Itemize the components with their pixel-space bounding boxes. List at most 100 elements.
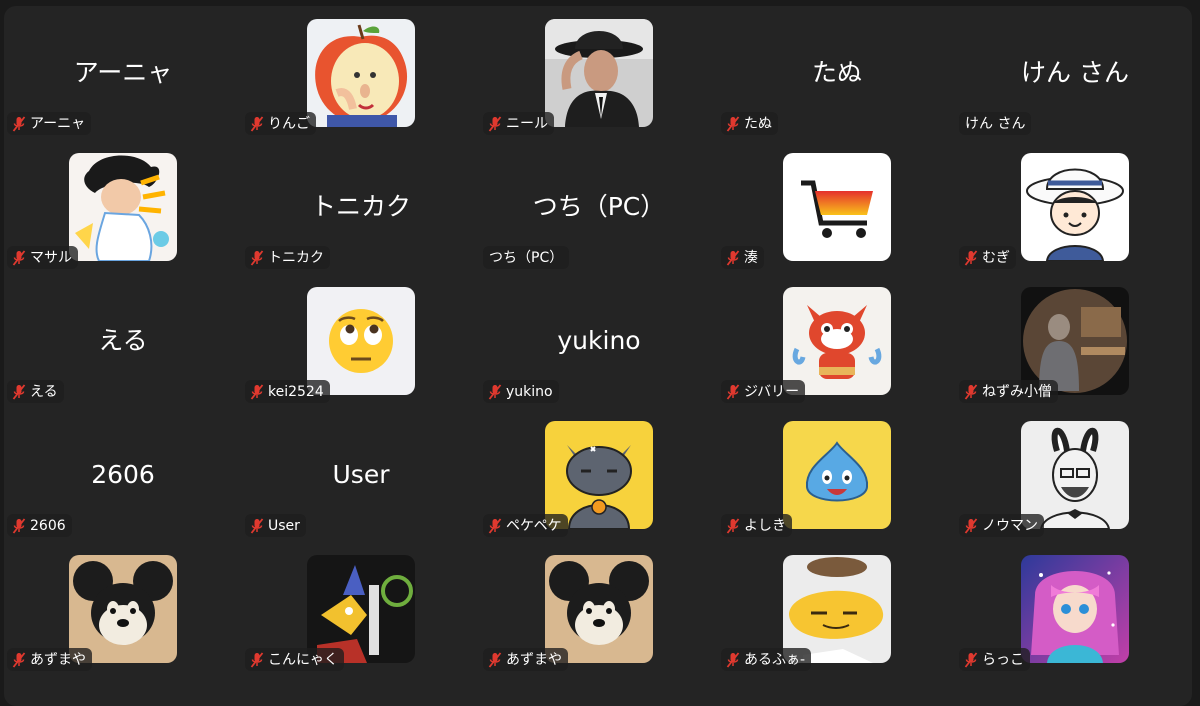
- participant-nameplate: える: [7, 380, 64, 403]
- participant-tile[interactable]: kei2524: [242, 274, 480, 408]
- mic-muted-icon: [964, 383, 978, 400]
- mic-muted-icon: [12, 249, 26, 266]
- participant-nameplate: ペケペケ: [483, 514, 568, 537]
- participant-tile[interactable]: よしき: [718, 408, 956, 542]
- mic-muted-icon: [726, 249, 740, 266]
- participant-name-label: こんにゃく: [268, 651, 338, 668]
- participant-tile[interactable]: yukino yukino: [480, 274, 718, 408]
- red-cat-yokai-avatar: [783, 287, 891, 395]
- participant-tile[interactable]: ジバリー: [718, 274, 956, 408]
- participant-nameplate: 湊: [721, 246, 764, 269]
- blue-slime-avatar: [783, 421, 891, 529]
- participant-tile[interactable]: マサル: [4, 140, 242, 274]
- participant-name-label: トニカク: [268, 249, 324, 266]
- participant-display-name: える: [98, 326, 148, 355]
- participant-nameplate: ニール: [483, 112, 554, 135]
- participant-display-name: たぬ: [811, 58, 862, 87]
- participant-tile[interactable]: けん さん けん さん: [956, 6, 1194, 140]
- participant-tile[interactable]: トニカク トニカク: [242, 140, 480, 274]
- mic-muted-icon: [250, 383, 264, 400]
- participant-nameplate: ジバリー: [721, 380, 806, 403]
- mic-muted-icon: [488, 651, 502, 668]
- participant-tile[interactable]: アーニャ アーニャ: [4, 6, 242, 140]
- gray-cat-avatar: [545, 421, 653, 529]
- boy-with-hat-avatar: [1021, 153, 1129, 261]
- participant-tile[interactable]: ペケペケ: [480, 408, 718, 542]
- participant-tile[interactable]: ねずみ小僧: [956, 274, 1194, 408]
- participant-name-label: マサル: [30, 249, 72, 266]
- participant-tile[interactable]: 湊: [718, 140, 956, 274]
- participant-nameplate: User: [245, 514, 306, 537]
- participant-nameplate: たぬ: [721, 112, 778, 135]
- mic-muted-icon: [12, 115, 26, 132]
- robot-bird-avatar: [307, 555, 415, 663]
- participant-tile[interactable]: ノウマン: [956, 408, 1194, 542]
- participant-name-label: える: [30, 383, 58, 400]
- participant-nameplate: あずまや: [483, 648, 568, 671]
- mic-muted-icon: [250, 249, 264, 266]
- participant-tile[interactable]: たぬ たぬ: [718, 6, 956, 140]
- participant-name-label: つち（PC）: [489, 249, 564, 266]
- participant-display-name: けん さん: [1021, 58, 1129, 87]
- participant-display-name: 2606: [91, 460, 155, 489]
- participant-name-label: りんご: [268, 115, 310, 132]
- participant-tile[interactable]: りんご: [242, 6, 480, 140]
- participant-name-label: 2606: [30, 517, 66, 534]
- mic-muted-icon: [488, 383, 502, 400]
- mouse-plush-avatar: [69, 555, 177, 663]
- anime-character-avatar: [69, 153, 177, 261]
- participant-nameplate: トニカク: [245, 246, 330, 269]
- mic-muted-icon: [12, 383, 26, 400]
- participant-name-label: あずまや: [30, 651, 86, 668]
- participant-name-label: よしき: [744, 517, 786, 534]
- participant-name-label: らっこ: [982, 651, 1024, 668]
- participant-tile[interactable]: あるふぁ-: [718, 542, 956, 676]
- participant-nameplate: ねずみ小僧: [959, 380, 1058, 403]
- participant-nameplate: よしき: [721, 514, 792, 537]
- participant-name-label: ペケペケ: [506, 517, 562, 534]
- person-in-kitchen-avatar: [1021, 287, 1129, 395]
- participant-tile[interactable]: あずまや: [480, 542, 718, 676]
- anime-girl-avatar: [1021, 555, 1129, 663]
- participant-tile[interactable]: える える: [4, 274, 242, 408]
- participant-display-name: つち（PC）: [532, 192, 666, 221]
- participant-nameplate: けん さん: [959, 112, 1032, 135]
- mic-muted-icon: [488, 115, 502, 132]
- participant-name-label: User: [268, 517, 300, 534]
- participant-nameplate: こんにゃく: [245, 648, 344, 671]
- mic-muted-icon: [964, 517, 978, 534]
- participant-tile[interactable]: ニール: [480, 6, 718, 140]
- participant-tile[interactable]: らっこ: [956, 542, 1194, 676]
- mic-muted-icon: [964, 249, 978, 266]
- participant-name-label: kei2524: [268, 383, 324, 400]
- mic-muted-icon: [964, 651, 978, 668]
- participant-tile[interactable]: 2606 2606: [4, 408, 242, 542]
- participant-nameplate: むぎ: [959, 246, 1016, 269]
- participant-display-name: User: [332, 460, 390, 489]
- participant-tile[interactable]: こんにゃく: [242, 542, 480, 676]
- participant-nameplate: りんご: [245, 112, 316, 135]
- participant-tile[interactable]: つち（PC） つち（PC）: [480, 140, 718, 274]
- participant-tile[interactable]: User User: [242, 408, 480, 542]
- mic-muted-icon: [726, 383, 740, 400]
- participant-nameplate: らっこ: [959, 648, 1030, 671]
- participant-tile[interactable]: むぎ: [956, 140, 1194, 274]
- participant-nameplate: つち（PC）: [483, 246, 570, 269]
- mic-muted-icon: [12, 651, 26, 668]
- participant-nameplate: 2606: [7, 514, 72, 537]
- participant-display-name: yukino: [557, 326, 641, 355]
- participant-nameplate: アーニャ: [7, 112, 92, 135]
- eye-roll-emoji-avatar: [307, 287, 415, 395]
- yellow-egg-plush-avatar: [783, 555, 891, 663]
- mic-muted-icon: [726, 517, 740, 534]
- participant-nameplate: あるふぁ-: [721, 648, 812, 671]
- apple-face-avatar: [307, 19, 415, 127]
- participant-name-label: yukino: [506, 383, 553, 400]
- mic-muted-icon: [726, 651, 740, 668]
- video-gallery: アーニャ アーニャ りんご ニール たぬ たぬ けん さん けん さん マサル …: [4, 6, 1192, 706]
- participant-name-label: ねずみ小僧: [982, 383, 1052, 400]
- participant-tile[interactable]: あずまや: [4, 542, 242, 676]
- mouse-plush-avatar: [545, 555, 653, 663]
- participant-name-label: ジバリー: [744, 383, 800, 400]
- shopping-cart-avatar: [783, 153, 891, 261]
